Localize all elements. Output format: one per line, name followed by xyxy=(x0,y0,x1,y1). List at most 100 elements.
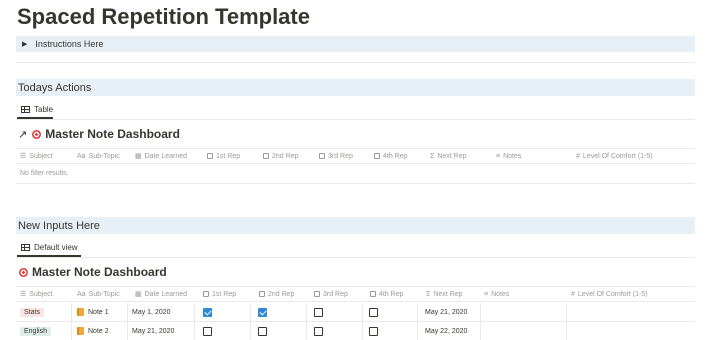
rep3-checkbox[interactable] xyxy=(314,307,323,317)
checkbox-icon xyxy=(203,291,209,297)
column-label: Notes xyxy=(491,290,510,298)
view-tab-label: Table xyxy=(34,104,54,114)
list-icon: ☰ xyxy=(20,291,27,298)
column-label: 1st Rep xyxy=(212,290,237,298)
column-label: 2nd Rep xyxy=(268,290,295,298)
column-separator xyxy=(127,322,128,340)
column-header-comfort[interactable]: # Level Of Comfort (1-5) xyxy=(571,287,648,301)
rep1-checkbox[interactable] xyxy=(203,307,212,317)
cell-rep2[interactable] xyxy=(258,303,267,321)
column-header-rep3[interactable]: 3rd Rep xyxy=(314,287,348,301)
cell-rep1[interactable] xyxy=(203,322,212,340)
column-header-rep2[interactable]: 2nd Rep xyxy=(259,287,294,301)
column-separator xyxy=(480,303,481,321)
column-header-subtopic[interactable]: Aa Sub-Topic xyxy=(77,149,120,163)
db-title-label: Master Note Dashboard xyxy=(32,265,167,279)
rep2-checkbox[interactable] xyxy=(258,307,267,317)
column-label: Sub-Topic xyxy=(88,290,120,298)
table-header-row: ☰ Subject Aa Sub-Topic ▦ Date Learned 1st R… xyxy=(16,148,695,164)
lines-icon: ≡ xyxy=(484,290,489,298)
rep4-checkbox[interactable] xyxy=(369,326,378,336)
rep3-checkbox[interactable] xyxy=(314,326,323,336)
empty-results-text: No filter results. xyxy=(20,170,69,177)
rep2-checkbox[interactable] xyxy=(258,326,267,336)
column-header-rep2[interactable]: 2nd Rep xyxy=(263,149,298,163)
section-heading-label: New Inputs Here xyxy=(18,219,100,232)
column-header-comfort[interactable]: # Level Of Comfort (1-5) xyxy=(576,149,653,163)
instructions-toggle[interactable]: ▶ Instructions Here xyxy=(16,36,695,52)
column-header-subtopic[interactable]: Aa Sub-Topic xyxy=(77,287,120,301)
cell-subtopic[interactable]: Note 1 xyxy=(77,303,109,321)
cell-date-learned[interactable]: May 21, 2020 xyxy=(132,322,174,340)
table-icon xyxy=(21,105,30,113)
column-header-notes[interactable]: ≡ Notes xyxy=(484,287,509,301)
column-label: 2nd Rep xyxy=(272,152,299,160)
list-icon: ☰ xyxy=(20,153,27,160)
column-header-date-learned[interactable]: ▦ Date Learned xyxy=(135,287,187,301)
table-row[interactable]: English Note 2 May 21, 2020 May 22, 2020 xyxy=(16,322,695,340)
column-header-rep1[interactable]: 1st Rep xyxy=(203,287,236,301)
column-header-rep4[interactable]: 4th Rep xyxy=(374,149,408,163)
column-header-date-learned[interactable]: ▦ Date Learned xyxy=(135,149,187,163)
cell-rep3[interactable] xyxy=(314,303,323,321)
column-separator xyxy=(250,322,251,340)
text-icon: Aa xyxy=(77,290,86,298)
column-label: Subject xyxy=(29,152,53,160)
column-label: 3rd Rep xyxy=(323,290,348,298)
view-tab-default[interactable]: Default view xyxy=(17,239,81,257)
column-separator xyxy=(417,322,418,340)
db-title-label: Master Note Dashboard xyxy=(45,127,180,141)
cell-subject[interactable]: English xyxy=(20,322,51,340)
rep4-checkbox[interactable] xyxy=(369,307,378,317)
subject-tag: Stats xyxy=(20,307,44,317)
table-row[interactable]: Stats Note 1 May 1, 2020 May 21, 2020 xyxy=(16,303,695,322)
column-separator xyxy=(194,322,195,340)
lines-icon: ≡ xyxy=(496,152,501,160)
rep1-checkbox[interactable] xyxy=(203,326,212,336)
column-label: Next Rep xyxy=(437,152,467,160)
checkbox-icon xyxy=(319,153,325,159)
db-title[interactable]: Master Note Dashboard xyxy=(18,265,167,279)
column-label: Level Of Comfort (1-5) xyxy=(577,290,648,298)
cell-rep2[interactable] xyxy=(258,322,267,340)
cell-rep3[interactable] xyxy=(314,322,323,340)
section-heading-todays-actions: Todays Actions xyxy=(16,79,695,96)
column-header-rep1[interactable]: 1st Rep xyxy=(207,149,240,163)
number-icon: # xyxy=(571,290,575,298)
cell-rep4[interactable] xyxy=(369,322,378,340)
cell-subtopic[interactable]: Note 2 xyxy=(77,322,109,340)
calendar-icon: ▦ xyxy=(135,291,142,298)
cell-rep1[interactable] xyxy=(203,303,212,321)
divider xyxy=(16,62,695,63)
column-header-rep3[interactable]: 3rd Rep xyxy=(319,149,353,163)
column-header-rep4[interactable]: 4th Rep xyxy=(370,287,404,301)
formula-icon: Σ xyxy=(430,152,435,160)
cell-date-learned[interactable]: May 1, 2020 xyxy=(132,303,171,321)
subtopic-text: Note 2 xyxy=(88,327,109,335)
column-header-notes[interactable]: ≡ Notes xyxy=(496,149,521,163)
view-tab-table[interactable]: Table xyxy=(17,101,54,119)
column-header-next-rep[interactable]: Σ Next Rep xyxy=(430,149,467,163)
cell-rep4[interactable] xyxy=(369,303,378,321)
linked-db-title[interactable]: ↗ Master Note Dashboard xyxy=(18,127,180,141)
column-label: Date Learned xyxy=(144,152,188,160)
toggle-triangle-icon[interactable]: ▶ xyxy=(22,40,27,48)
checkbox-icon xyxy=(263,153,269,159)
target-icon xyxy=(31,128,43,140)
column-separator xyxy=(566,322,567,340)
column-header-next-rep[interactable]: Σ Next Rep xyxy=(426,287,463,301)
text-icon: Aa xyxy=(77,152,86,160)
column-header-subject[interactable]: ☰ Subject xyxy=(20,149,53,163)
column-header-subject[interactable]: ☰ Subject xyxy=(20,287,53,301)
column-label: 4th Rep xyxy=(383,152,408,160)
column-separator xyxy=(71,322,72,340)
cell-subject[interactable]: Stats xyxy=(20,303,44,321)
subtopic-text: Note 1 xyxy=(88,308,109,316)
page-title: Spaced Repetition Template xyxy=(17,4,310,29)
checkbox-icon xyxy=(314,291,320,297)
column-separator xyxy=(362,322,363,340)
column-label: Next Rep xyxy=(433,290,463,298)
column-label: 1st Rep xyxy=(216,152,241,160)
toggle-label: Instructions Here xyxy=(35,39,104,49)
column-separator xyxy=(306,322,307,340)
